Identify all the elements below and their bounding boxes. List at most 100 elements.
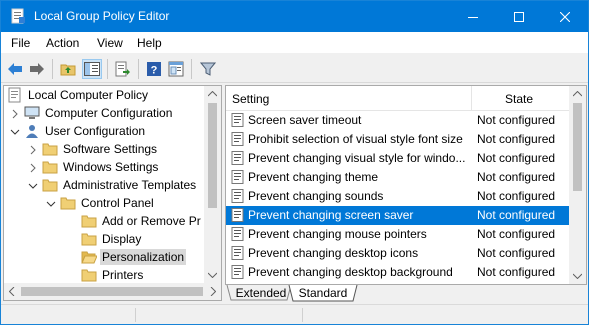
tree-item-printers[interactable]: Printers xyxy=(81,266,145,284)
tree-item-label: Display xyxy=(102,232,142,246)
scroll-down-icon[interactable] xyxy=(573,273,582,279)
list-row[interactable]: Prevent changing desktop icons Not confi… xyxy=(226,244,569,263)
close-button[interactable] xyxy=(542,1,588,32)
menu-action[interactable]: Action xyxy=(46,36,79,50)
list-row[interactable]: Prevent changing desktop background Not … xyxy=(226,263,569,282)
chevron-down-icon[interactable] xyxy=(46,199,56,209)
column-divider[interactable] xyxy=(471,86,472,111)
back-button[interactable] xyxy=(5,59,25,79)
setting-name: Prevent changing desktop background xyxy=(248,265,453,279)
filter-icon xyxy=(200,62,216,76)
toolbar-separator xyxy=(191,59,192,79)
status-divider xyxy=(135,308,136,322)
setting-name: Prevent changing theme xyxy=(248,170,379,184)
chevron-down-icon[interactable] xyxy=(10,127,20,137)
minimize-button[interactable] xyxy=(450,1,496,32)
filter-button[interactable] xyxy=(198,59,218,79)
navigation-tree[interactable]: Local Computer Policy Computer Configura… xyxy=(3,85,222,301)
toolbar-separator xyxy=(138,59,139,79)
chevron-right-icon[interactable] xyxy=(28,145,38,155)
list-vertical-scroll-thumb[interactable] xyxy=(573,103,582,191)
menu-file[interactable]: File xyxy=(11,36,30,50)
chevron-right-icon[interactable] xyxy=(10,109,20,119)
list-row[interactable]: Prevent changing theme Not configured xyxy=(226,168,569,187)
computer-icon xyxy=(24,106,40,119)
toolbar-separator xyxy=(52,59,53,79)
tree-item-label: Printers xyxy=(102,268,144,282)
list-row[interactable]: Prevent changing visual style for windo.… xyxy=(226,149,569,168)
setting-name: Screen saver timeout xyxy=(248,113,362,127)
tree-item-computer-configuration[interactable]: Computer Configuration xyxy=(24,104,174,122)
user-icon xyxy=(26,125,38,138)
policy-setting-icon xyxy=(231,189,244,203)
folder-icon xyxy=(60,197,76,210)
folder-icon xyxy=(42,161,58,174)
tree-horizontal-scrollbar[interactable] xyxy=(4,283,221,300)
up-level-button[interactable] xyxy=(58,59,78,79)
tree-horizontal-scroll-thumb[interactable] xyxy=(21,287,203,296)
list-row[interactable]: Screen saver timeout Not configured xyxy=(226,111,569,130)
status-divider xyxy=(302,308,303,322)
setting-state: Not configured xyxy=(477,208,556,222)
setting-state: Not configured xyxy=(477,265,556,279)
list-row-selected[interactable]: Prevent changing screen saver Not config… xyxy=(226,206,569,225)
column-header-setting[interactable]: Setting xyxy=(232,92,269,106)
toolbar-separator xyxy=(107,59,108,79)
tree-item-control-panel[interactable]: Control Panel xyxy=(60,194,156,212)
settings-list[interactable]: Setting State Screen saver timeout Not c… xyxy=(225,85,587,285)
setting-state: Not configured xyxy=(477,170,556,184)
setting-name: Prevent changing screen saver xyxy=(248,208,414,222)
scroll-up-icon[interactable] xyxy=(573,91,582,97)
tree-item-administrative-templates[interactable]: Administrative Templates xyxy=(42,176,198,194)
properties-button[interactable] xyxy=(166,59,186,79)
list-row[interactable]: Prevent changing sounds Not configured xyxy=(226,187,569,206)
scroll-up-icon[interactable] xyxy=(208,91,217,97)
tab-extended[interactable]: Extended xyxy=(235,285,287,302)
setting-name: Prevent changing sounds xyxy=(248,189,384,203)
folder-icon xyxy=(42,179,58,192)
tree-vertical-scroll-thumb[interactable] xyxy=(208,103,217,208)
scroll-down-icon[interactable] xyxy=(208,272,217,278)
tab-standard[interactable]: Standard xyxy=(295,285,351,302)
export-list-button[interactable] xyxy=(113,59,133,79)
help-button[interactable]: ? xyxy=(144,59,164,79)
setting-state: Not configured xyxy=(477,246,556,260)
tree-item-user-configuration[interactable]: User Configuration xyxy=(24,122,147,140)
show-hide-tree-button[interactable] xyxy=(82,59,102,79)
tree-item-label: Windows Settings xyxy=(63,160,159,174)
setting-name: Prevent changing desktop icons xyxy=(248,246,419,260)
menu-view[interactable]: View xyxy=(97,36,123,50)
folder-icon xyxy=(42,143,58,156)
title-bar[interactable]: Local Group Policy Editor xyxy=(1,1,588,32)
list-vertical-scrollbar[interactable] xyxy=(569,86,586,284)
tree-item-personalization[interactable]: Personalization xyxy=(81,248,187,266)
tree-item-add-or-remove-programs[interactable]: Add or Remove Pr xyxy=(81,212,203,230)
tree-item-software-settings[interactable]: Software Settings xyxy=(42,140,159,158)
tree-item-display[interactable]: Display xyxy=(81,230,143,248)
tree-item-label: Add or Remove Pr xyxy=(102,214,201,228)
policy-setting-icon xyxy=(231,265,244,279)
tree-item-local-computer-policy[interactable]: Local Computer Policy xyxy=(7,86,150,104)
chevron-right-icon[interactable] xyxy=(28,163,38,173)
tree-item-windows-settings[interactable]: Windows Settings xyxy=(42,158,160,176)
minimize-icon xyxy=(468,16,478,18)
maximize-button[interactable] xyxy=(496,1,542,32)
view-tabs: Extended Standard xyxy=(225,285,587,303)
setting-state: Not configured xyxy=(477,132,556,146)
tree-vertical-scrollbar[interactable] xyxy=(204,86,221,283)
policy-icon xyxy=(8,87,21,103)
scroll-right-icon[interactable] xyxy=(210,287,216,296)
setting-name: Prevent changing visual style for windo.… xyxy=(248,151,466,165)
chevron-down-icon[interactable] xyxy=(28,181,38,191)
list-row[interactable]: Prohibit selection of visual style font … xyxy=(226,130,569,149)
column-header-state[interactable]: State xyxy=(505,92,533,106)
forward-button[interactable] xyxy=(27,59,47,79)
properties-icon xyxy=(168,61,184,77)
scroll-left-icon[interactable] xyxy=(9,287,15,296)
menu-help[interactable]: Help xyxy=(137,36,162,50)
tree-item-label: Computer Configuration xyxy=(45,106,173,120)
list-row[interactable]: Prevent changing mouse pointers Not conf… xyxy=(226,225,569,244)
svg-text:?: ? xyxy=(151,65,158,77)
export-list-icon xyxy=(115,61,130,77)
folder-icon xyxy=(81,215,97,228)
